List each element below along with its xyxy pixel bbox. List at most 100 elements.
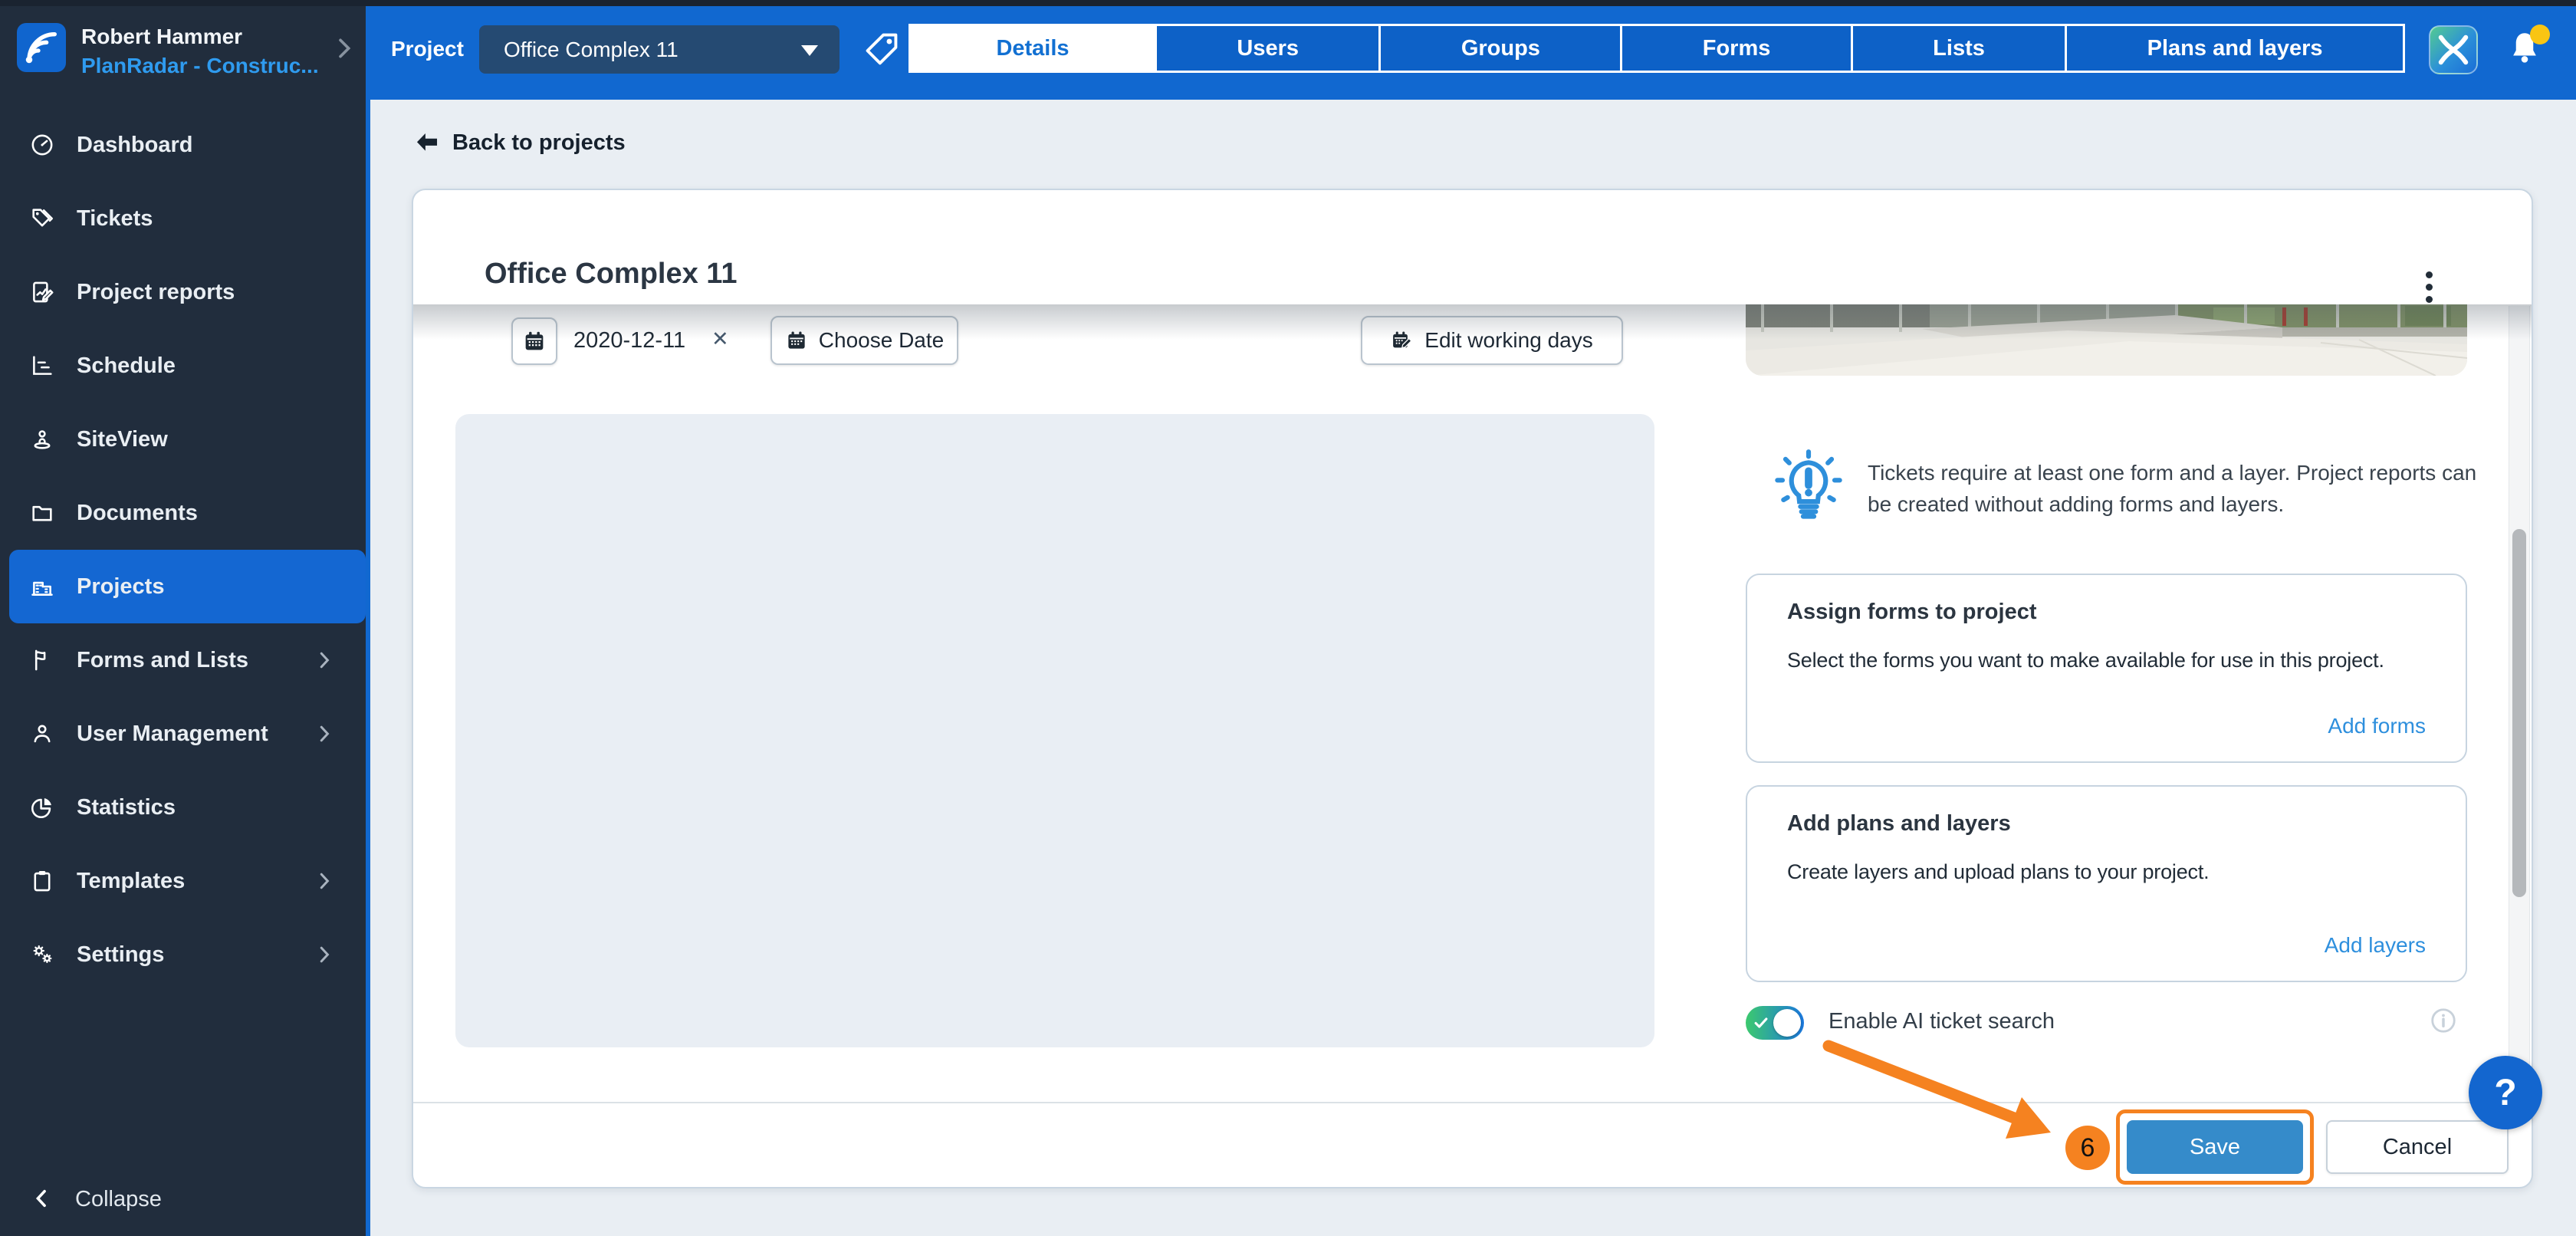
tab-forms[interactable]: Forms [1620,26,1850,71]
chevron-right-icon [313,943,336,966]
sidebar-item-user-management[interactable]: User Management [9,697,361,771]
start-date-calendar-button[interactable] [511,317,557,365]
chevron-right-icon [313,649,336,672]
add-layers-body: Create layers and upload plans to your p… [1787,860,2210,883]
sidebar-item-label: Documents [77,501,198,525]
sidebar-item-label: Projects [77,574,165,599]
address-form-panel [455,414,1654,1047]
user-organization: PlanRadar - Construc... [81,54,319,77]
sidebar-item-dashboard[interactable]: Dashboard [9,108,361,182]
sidebar-item-forms-and-lists[interactable]: Forms and Lists [9,623,361,697]
choose-date-label: Choose Date [818,328,945,352]
building-icon [29,574,55,600]
save-button[interactable]: Save [2127,1120,2303,1174]
calendar-icon [525,331,544,350]
sidebar-item-label: Schedule [77,353,176,378]
add-forms-link[interactable]: Add forms [2328,714,2426,738]
account-switcher[interactable]: Robert Hammer PlanRadar - Construc... [0,0,366,100]
app-window: Robert Hammer PlanRadar - Construc... Da… [0,0,2576,1236]
clipboard-icon [29,868,55,894]
sidebar-item-project-reports[interactable]: Project reports [9,255,361,329]
toggle-knob [1773,1009,1801,1037]
tab-details[interactable]: Details [911,26,1155,71]
tab-groups[interactable]: Groups [1378,26,1620,71]
ai-ticket-search-toggle[interactable] [1746,1006,1804,1040]
footer-divider [413,1102,2532,1103]
assign-forms-title: Assign forms to project [1787,600,2037,624]
connect-app-icon[interactable] [2429,25,2478,74]
arrow-left-icon [416,133,438,151]
kebab-menu-button[interactable] [2412,264,2446,310]
project-photo [1746,304,2467,376]
sidebar-item-label: SiteView [77,427,168,452]
sidebar-item-label: Project reports [77,280,235,304]
sidebar-item-label: User Management [77,722,268,746]
sidebar-item-documents[interactable]: Documents [9,476,361,550]
chevron-right-icon [313,869,336,892]
annotation-step-badge: 6 [2065,1126,2110,1170]
pie-chart-icon [29,794,55,820]
sidebar-item-label: Templates [77,869,186,893]
scrollbar-thumb[interactable] [2512,529,2526,897]
add-layers-title: Add plans and layers [1787,811,2011,836]
gauge-icon [29,132,55,158]
sidebar: Robert Hammer PlanRadar - Construc... Da… [0,0,366,1236]
tip-text: Tickets require at least one form and a … [1868,461,2477,516]
sidebar-collapse-button[interactable]: Collapse [31,1175,322,1225]
project-tabs: Details Users Groups Forms Lists Plans a… [909,24,2405,73]
sidebar-item-siteview[interactable]: SiteView [9,403,361,476]
lightbulb-tip-icon [1768,447,1849,528]
add-layers-link[interactable]: Add layers [2325,933,2426,958]
clear-date-button[interactable]: ✕ [711,327,729,351]
person-icon [29,721,55,747]
calendar-edit-icon [1393,331,1413,349]
edit-working-days-button[interactable]: Edit working days [1361,316,1623,365]
sidebar-item-settings[interactable]: Settings [9,918,361,991]
sidebar-item-tickets[interactable]: Tickets [9,182,361,255]
choose-date-button[interactable]: Choose Date [770,316,958,365]
sidebar-item-projects[interactable]: Projects [9,550,366,623]
collapse-label: Collapse [75,1187,162,1211]
sidebar-item-label: Dashboard [77,133,193,157]
report-pencil-icon [29,279,55,305]
tag-icon[interactable] [862,29,902,69]
tab-plans-and-layers[interactable]: Plans and layers [2065,26,2403,71]
gantt-icon [29,353,55,379]
project-label: Project [391,37,464,61]
flag-icon [29,647,55,673]
sidebar-item-statistics[interactable]: Statistics [9,771,361,844]
notifications-bell[interactable] [2504,25,2551,77]
caret-down-icon [801,45,818,56]
assign-forms-card: Assign forms to project Select the forms… [1746,574,2467,763]
tab-users[interactable]: Users [1155,26,1378,71]
sidebar-item-templates[interactable]: Templates [9,844,361,918]
sidebar-item-label: Statistics [77,795,176,820]
ai-toggle-label: Enable AI ticket search [1829,1009,2055,1034]
chevron-right-icon [331,34,357,63]
cancel-button[interactable]: Cancel [2326,1120,2509,1174]
edit-working-days-label: Edit working days [1424,328,1593,352]
window-top-edge [0,0,2576,6]
tags-icon [29,205,55,232]
check-icon [1753,1014,1769,1031]
page-title: Office Complex 11 [485,258,738,290]
sidebar-item-schedule[interactable]: Schedule [9,329,361,403]
info-icon[interactable] [2429,1006,2458,1035]
project-selector-value: Office Complex 11 [504,38,678,61]
sidebar-item-label: Forms and Lists [77,648,248,672]
back-to-projects-link[interactable]: Back to projects [414,127,626,158]
user-name: Robert Hammer [81,25,243,48]
sidebar-item-label: Tickets [77,206,153,231]
assign-forms-body: Select the forms you want to make availa… [1787,649,2384,672]
chevron-left-icon [31,1187,54,1210]
chevron-right-icon [313,722,336,745]
tab-lists[interactable]: Lists [1850,26,2065,71]
notification-dot [2530,25,2550,44]
add-plans-layers-card: Add plans and layers Create layers and u… [1746,785,2467,982]
help-button[interactable]: ? [2469,1056,2542,1129]
sidebar-item-label: Settings [77,942,165,967]
project-selector[interactable]: Office Complex 11 [479,25,840,74]
person-pin-icon [29,426,55,452]
start-date-value: 2020-12-11 [573,328,686,353]
gears-icon [29,942,55,968]
